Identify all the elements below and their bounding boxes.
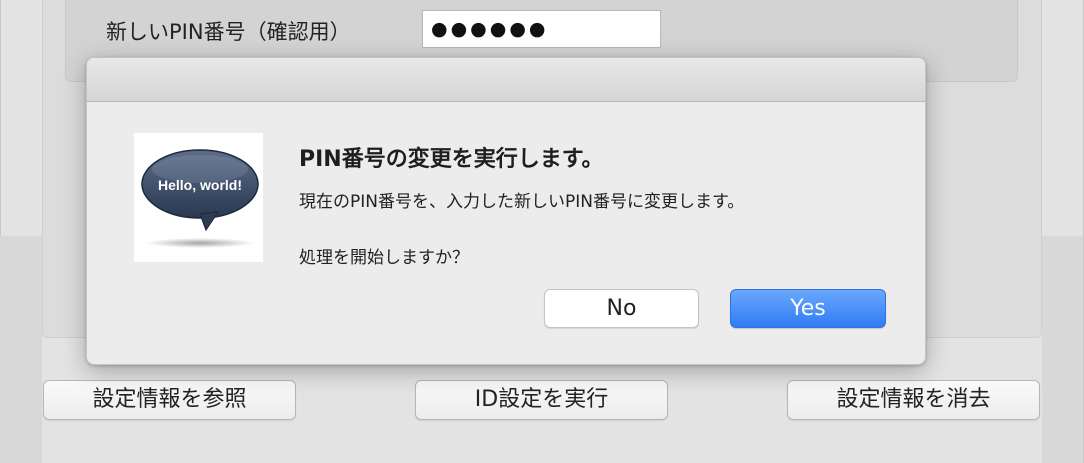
left-panel-shade (0, 236, 42, 463)
dialog-message: 現在のPIN番号を、入力した新しいPIN番号に変更します。 (299, 192, 745, 212)
speech-bubble-svg: Hello, world! (141, 149, 259, 248)
speech-bubble-text: Hello, world! (158, 177, 242, 193)
pin-confirm-input[interactable]: ●●●●●● (422, 10, 661, 48)
run-id-setup-button[interactable]: ID設定を実行 (415, 380, 668, 420)
yes-button[interactable]: Yes (730, 289, 886, 328)
erase-settings-button[interactable]: 設定情報を消去 (787, 380, 1040, 420)
right-panel-shade (1042, 236, 1083, 463)
dialog-question: 処理を開始しますか？ (299, 248, 469, 268)
confirm-dialog: Hello, world! PIN番号の変更を実行します。 現在のPIN番号を、… (86, 57, 926, 365)
speech-bubble-icon: Hello, world! (134, 133, 263, 262)
dialog-titlebar (87, 58, 925, 102)
pin-confirm-label: 新しいPIN番号（確認用） (106, 20, 351, 44)
no-button[interactable]: No (544, 289, 699, 328)
dialog-title: PIN番号の変更を実行します。 (299, 147, 604, 172)
view-settings-button[interactable]: 設定情報を参照 (43, 380, 296, 420)
